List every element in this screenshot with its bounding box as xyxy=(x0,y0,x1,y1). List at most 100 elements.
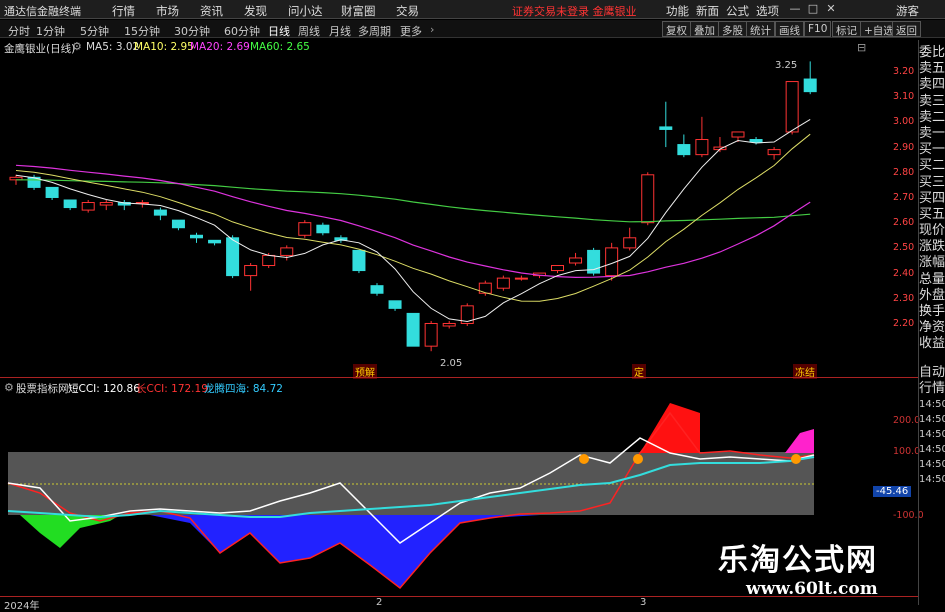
tf-60min[interactable]: 60分钟 xyxy=(224,23,260,39)
menu-market[interactable]: 行情 xyxy=(112,3,135,19)
price-tick: 3.20 xyxy=(893,66,915,77)
candle-body xyxy=(190,234,203,239)
btn-mark[interactable]: 标记 xyxy=(832,21,861,37)
candle-body xyxy=(63,199,77,209)
menu-function[interactable]: 功能 xyxy=(666,3,689,19)
candle-body xyxy=(81,202,95,211)
guest-label[interactable]: 游客 xyxy=(896,3,919,19)
btn-overlay[interactable]: 叠加 xyxy=(690,21,719,37)
side-item[interactable]: 现价 xyxy=(919,223,945,239)
candle-body xyxy=(352,249,366,272)
side-item[interactable]: 卖五 xyxy=(919,61,945,77)
tf-multi[interactable]: 多周期 xyxy=(358,23,391,39)
side-item[interactable]: 卖二 xyxy=(919,110,945,126)
settings-gear-icon[interactable]: ⚙ xyxy=(72,40,82,53)
cci-axis-100: 100.0 xyxy=(893,446,921,457)
btn-f10[interactable]: F10 xyxy=(804,21,832,37)
candle-body xyxy=(208,239,222,244)
menu-ask[interactable]: 问小达 xyxy=(288,3,323,19)
red-area xyxy=(640,403,700,453)
collapse-icon[interactable]: ⊟ xyxy=(857,41,866,54)
side-time: 14:50 xyxy=(919,428,945,440)
candle-body xyxy=(45,186,59,198)
candle-body xyxy=(171,219,185,229)
tf-intraday[interactable]: 分时 xyxy=(8,23,30,39)
ma5-readout: MA5: 3.02 xyxy=(86,41,140,53)
side-item[interactable]: 卖三 xyxy=(919,94,945,110)
menu-exchange[interactable]: 市场 xyxy=(156,3,179,19)
side-item[interactable]: 买三 xyxy=(919,175,945,191)
menu-discover[interactable]: 发现 xyxy=(244,3,267,19)
side-item[interactable]: 买五 xyxy=(919,207,945,223)
btn-multi-stock[interactable]: 多股 xyxy=(718,21,747,37)
candle-body xyxy=(388,300,402,309)
top-menu-bar: 通达信金融终端 行情 市场 资讯 发现 问小达 财富圈 交易 证券交易未登录 金… xyxy=(0,0,945,19)
login-notice: 证券交易未登录 金鹰银业 xyxy=(512,5,637,18)
candle-body xyxy=(695,139,709,156)
menu-new-page[interactable]: 新面 xyxy=(696,3,719,19)
candle-body xyxy=(731,131,745,138)
side-item[interactable]: 外盘 xyxy=(919,288,945,304)
side-item[interactable]: 行情 xyxy=(919,381,945,397)
menu-news[interactable]: 资讯 xyxy=(200,3,223,19)
tf-weekly[interactable]: 周线 xyxy=(298,23,320,39)
close-button[interactable]: ✕ xyxy=(824,2,838,16)
candle-body xyxy=(262,254,276,267)
maximize-button[interactable]: □ xyxy=(806,2,820,16)
tf-1min[interactable]: 1分钟 xyxy=(36,23,65,39)
price-tick: 2.40 xyxy=(893,267,915,279)
side-item[interactable]: 换手 xyxy=(919,304,945,320)
tf-more[interactable]: 更多 xyxy=(400,23,422,39)
candle-body xyxy=(785,81,799,133)
minimize-button[interactable]: — xyxy=(788,2,802,16)
side-item[interactable]: 收益 xyxy=(919,336,945,352)
blue-area xyxy=(150,515,540,588)
price-tick: 2.80 xyxy=(893,166,915,178)
candle-body xyxy=(244,265,258,277)
side-item[interactable]: 涨跌 xyxy=(919,239,945,255)
side-item[interactable]: 买四 xyxy=(919,191,945,207)
price-tick: 2.20 xyxy=(893,318,915,329)
signal-icon-1 xyxy=(579,454,589,464)
candle-body xyxy=(370,285,384,294)
stock-title: 金鹰银业(日线) xyxy=(4,43,76,55)
side-item[interactable]: 买一 xyxy=(919,142,945,158)
tf-30min[interactable]: 30分钟 xyxy=(174,23,210,39)
tf-daily[interactable]: 日线 xyxy=(268,23,290,39)
btn-back[interactable]: 返回 xyxy=(892,21,921,37)
btn-draw[interactable]: 画线 xyxy=(775,21,804,37)
tf-5min[interactable]: 5分钟 xyxy=(80,23,109,39)
menu-wealth[interactable]: 财富圈 xyxy=(341,3,376,19)
side-item[interactable]: 卖四 xyxy=(919,77,945,93)
menu-options[interactable]: 选项 xyxy=(756,3,779,19)
candle-body xyxy=(226,237,240,277)
side-item[interactable]: 卖一 xyxy=(919,126,945,142)
app-title: 通达信金融终端 xyxy=(4,5,81,18)
side-item[interactable]: 净资 xyxy=(919,320,945,336)
tf-15min[interactable]: 15分钟 xyxy=(124,23,160,39)
candle-body xyxy=(767,149,781,156)
side-item[interactable]: 总量 xyxy=(919,272,945,288)
menu-formula[interactable]: 公式 xyxy=(726,3,749,19)
candle-body xyxy=(496,277,510,289)
side-item[interactable]: 委比 xyxy=(919,45,945,61)
price-tick: 3.10 xyxy=(893,91,915,103)
side-item[interactable]: 买二 xyxy=(919,158,945,174)
high-label: 3.25 xyxy=(775,60,797,71)
candle-body xyxy=(623,237,637,249)
watermark: 乐淘公式网 www.60lt.com xyxy=(718,535,878,599)
ma20-readout: MA20: 2.69 xyxy=(190,41,250,53)
tf-monthly[interactable]: 月线 xyxy=(329,23,351,39)
btn-stats[interactable]: 统计 xyxy=(746,21,775,37)
menu-trade[interactable]: 交易 xyxy=(396,3,419,19)
btn-adjust[interactable]: 复权 xyxy=(662,21,691,37)
candle-body xyxy=(280,247,294,256)
candle-body xyxy=(406,312,420,347)
side-time: 14:50 xyxy=(919,458,945,470)
side-item[interactable]: 自动 xyxy=(919,365,945,381)
price-tick: 2.30 xyxy=(893,292,915,304)
candle-body xyxy=(514,277,528,280)
current-value-tag: -45.46 xyxy=(873,486,912,497)
side-item[interactable]: 涨幅 xyxy=(919,255,945,271)
chevron-right-icon[interactable]: › xyxy=(430,23,434,36)
